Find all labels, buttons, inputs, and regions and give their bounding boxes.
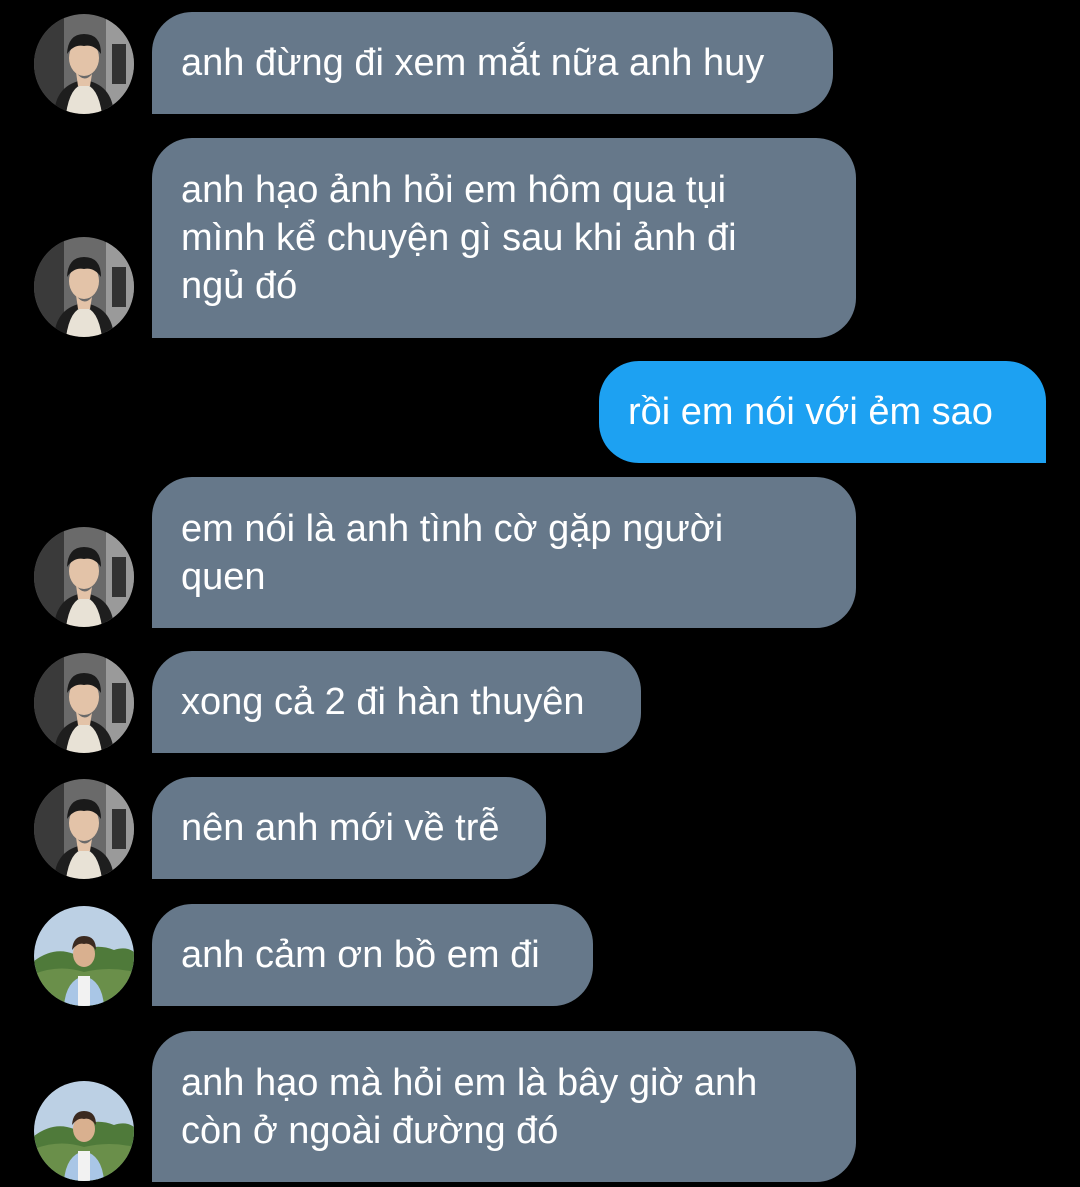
message-text: nên anh mới về trễ (181, 807, 500, 849)
avatar[interactable] (34, 906, 134, 1006)
message-text: anh đừng đi xem mắt nữa anh huy (181, 42, 765, 84)
person-dark-hoodie-photo (34, 653, 134, 753)
chat-thread: anh đừng đi xem mắt nữa anh huy anh hạo … (0, 0, 1080, 1187)
incoming-message-bubble[interactable]: xong cả 2 đi hàn thuyên (152, 651, 641, 753)
message-row: rồi em nói với ẻm sao (0, 361, 1080, 463)
message-row: anh hạo ảnh hỏi em hôm qua tụi mình kể c… (0, 138, 1080, 338)
avatar[interactable] (34, 237, 134, 337)
message-row: anh đừng đi xem mắt nữa anh huy (0, 12, 1080, 114)
message-row: em nói là anh tình cờ gặp người quen (0, 477, 1080, 628)
person-dark-hoodie-photo (34, 527, 134, 627)
person-dark-hoodie-photo (34, 779, 134, 879)
avatar[interactable] (34, 1081, 134, 1181)
incoming-message-bubble[interactable]: anh hạo ảnh hỏi em hôm qua tụi mình kể c… (152, 138, 856, 338)
avatar[interactable] (34, 653, 134, 753)
avatar[interactable] (34, 14, 134, 114)
outgoing-message-bubble[interactable]: rồi em nói với ẻm sao (599, 361, 1046, 463)
incoming-message-bubble[interactable]: anh đừng đi xem mắt nữa anh huy (152, 12, 833, 114)
avatar[interactable] (34, 779, 134, 879)
message-row: anh hạo mà hỏi em là bây giờ anh còn ở n… (0, 1031, 1080, 1182)
person-dark-hoodie-photo (34, 14, 134, 114)
message-text: rồi em nói với ẻm sao (628, 391, 993, 433)
message-text: anh cảm ơn bồ em đi (181, 934, 540, 976)
person-dark-hoodie-photo (34, 237, 134, 337)
message-row: anh cảm ơn bồ em đi (0, 904, 1080, 1006)
message-text: anh hạo ảnh hỏi em hôm qua tụi mình kể c… (181, 169, 737, 307)
incoming-message-bubble[interactable]: em nói là anh tình cờ gặp người quen (152, 477, 856, 628)
message-row: nên anh mới về trễ (0, 777, 1080, 879)
message-text: em nói là anh tình cờ gặp người quen (181, 507, 724, 598)
message-text: anh hạo mà hỏi em là bây giờ anh còn ở n… (181, 1061, 758, 1152)
incoming-message-bubble[interactable]: nên anh mới về trễ (152, 777, 546, 879)
incoming-message-bubble[interactable]: anh hạo mà hỏi em là bây giờ anh còn ở n… (152, 1031, 856, 1182)
message-row: xong cả 2 đi hàn thuyên (0, 651, 1080, 753)
incoming-message-bubble[interactable]: anh cảm ơn bồ em đi (152, 904, 593, 1006)
avatar[interactable] (34, 527, 134, 627)
message-text: xong cả 2 đi hàn thuyên (181, 681, 585, 723)
person-outdoor-green-photo (34, 906, 134, 1006)
person-outdoor-green-photo (34, 1081, 134, 1181)
